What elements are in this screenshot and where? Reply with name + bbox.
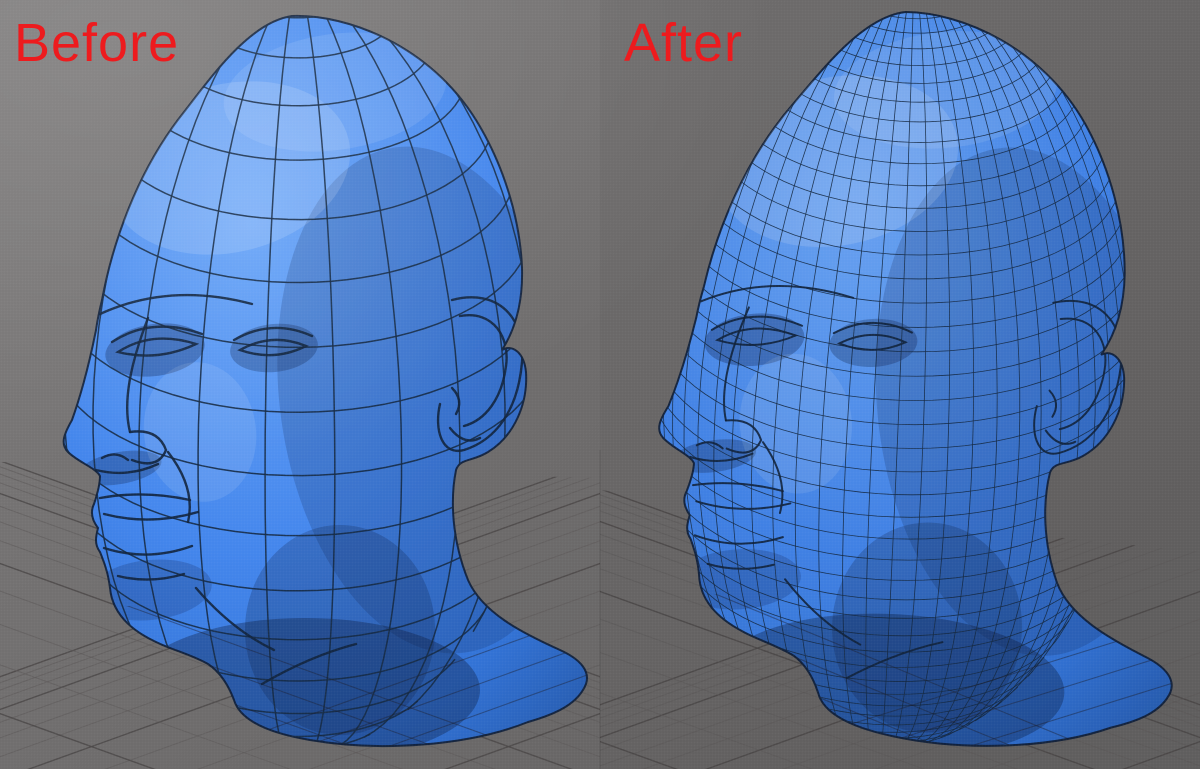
label-before: Before: [14, 13, 180, 73]
comparison-image: Before After: [0, 0, 1200, 769]
3d-viewport-scene: [0, 0, 1200, 769]
label-after: After: [624, 13, 744, 73]
vignette: [0, 0, 1200, 769]
